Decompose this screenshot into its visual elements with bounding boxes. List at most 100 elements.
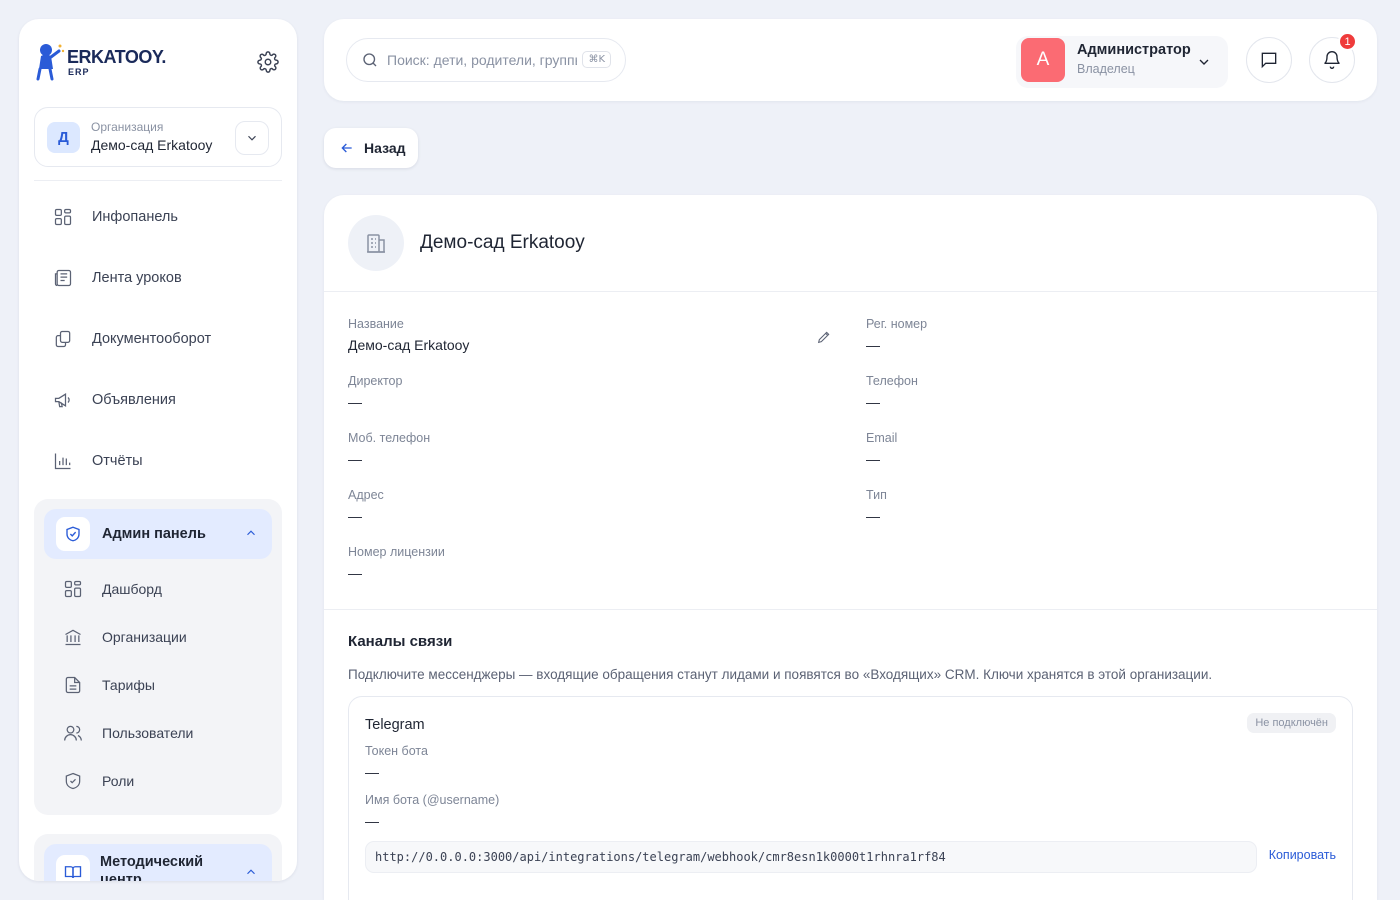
field-license: Номер лицензии —: [348, 545, 445, 581]
org-label: Организация: [91, 120, 164, 134]
chat-icon: [1261, 52, 1277, 69]
user-menu[interactable]: А Администратор Владелец: [1016, 36, 1228, 88]
sidebar-item-documents[interactable]: Документооборот: [34, 317, 282, 361]
field-value: —: [866, 337, 880, 353]
top-bar: ⌘K А Администратор Владелец 1: [324, 19, 1377, 101]
admin-item-roles[interactable]: Роли: [44, 761, 272, 801]
sidebar-item-label: Инфопанель: [92, 209, 178, 225]
sidebar-item-dashboard[interactable]: Инфопанель: [34, 195, 282, 239]
admin-item-dashboard[interactable]: Дашборд: [44, 569, 272, 609]
field-mobile: Моб. телефон —: [348, 431, 430, 467]
avatar: А: [1021, 38, 1065, 82]
field-type: Тип —: [866, 488, 887, 524]
sidebar: ERKATOOY. ERP Д Организация Демо-сад Erk…: [19, 19, 297, 881]
field-director: Директор —: [348, 374, 402, 410]
field-label: Директор: [348, 374, 403, 388]
method-group: Методический центр: [34, 834, 282, 881]
search-icon: [363, 53, 377, 67]
field-value: Демо-сад Erkatooy: [348, 337, 470, 353]
field-label: Телефон: [866, 374, 918, 388]
org-logo: [348, 215, 404, 271]
user-role: Владелец: [1077, 62, 1135, 76]
telegram-channel-card: Telegram Не подключён Токен бота — Имя б…: [348, 696, 1353, 900]
admin-item-label: Роли: [102, 773, 135, 789]
grid-icon: [64, 580, 82, 598]
channels-description: Подключите мессенджеры — входящие обраще…: [348, 667, 1213, 682]
field-label: Токен бота: [365, 744, 428, 758]
megaphone-icon: [54, 393, 70, 408]
org-name: Демо-сад Erkatooy: [91, 137, 213, 153]
messages-button[interactable]: [1246, 37, 1292, 83]
search-shortcut: ⌘K: [582, 51, 611, 68]
admin-item-users[interactable]: Пользователи: [44, 713, 272, 753]
sidebar-item-announcements[interactable]: Объявления: [34, 378, 282, 422]
sidebar-item-label: Объявления: [92, 392, 176, 408]
field-value: —: [866, 394, 880, 410]
search-box[interactable]: ⌘K: [346, 38, 626, 82]
mascot-icon: [36, 44, 65, 81]
shield-icon: [65, 772, 81, 790]
status-badge: Не подключён: [1247, 713, 1336, 733]
telegram-username-field: Имя бота (@username) —: [365, 793, 499, 829]
bank-icon: [65, 629, 81, 646]
arrow-left-icon: [341, 143, 352, 153]
card-header: Демо-сад Erkatooy: [324, 195, 1377, 292]
notification-badge: 1: [1338, 32, 1357, 51]
settings-button[interactable]: [257, 51, 279, 73]
sidebar-item-label: Документооборот: [92, 331, 212, 347]
brand-logo[interactable]: ERKATOOY. ERP: [33, 39, 173, 83]
pencil-icon: [817, 331, 830, 344]
channels-title: Каналы связи: [348, 633, 453, 650]
field-address: Адрес —: [348, 488, 384, 524]
field-value: —: [365, 764, 379, 780]
field-value: —: [866, 508, 880, 524]
users-icon: [64, 725, 82, 741]
building-icon: [367, 234, 385, 253]
field-value: —: [348, 451, 362, 467]
sidebar-divider: [34, 180, 282, 181]
sidebar-item-label: Отчёты: [92, 453, 143, 469]
method-center-toggle[interactable]: Методический центр: [44, 844, 272, 881]
admin-item-label: Пользователи: [102, 725, 194, 741]
book-open-icon: [64, 866, 82, 879]
admin-panel-toggle[interactable]: Админ панель: [44, 509, 272, 559]
page-title: Демо-сад Erkatooy: [420, 232, 585, 253]
admin-item-organizations[interactable]: Организации: [44, 617, 272, 657]
bar-chart-icon: [54, 453, 71, 470]
chevron-up-icon: [247, 530, 255, 536]
field-name: Название Демо-сад Erkatooy: [348, 317, 469, 353]
admin-icon-box: [56, 517, 90, 551]
field-label: Email: [866, 431, 898, 445]
admin-item-label: Тарифы: [102, 677, 155, 693]
telegram-token-field: Токен бота —: [365, 744, 428, 780]
brand-name: ERKATOOY.: [67, 47, 166, 67]
admin-item-tariffs[interactable]: Тарифы: [44, 665, 272, 705]
edit-name-button[interactable]: [816, 329, 832, 350]
chevron-down-icon: [248, 135, 256, 141]
sidebar-item-reports[interactable]: Отчёты: [34, 439, 282, 483]
method-icon-box: [56, 855, 90, 881]
grid-icon: [54, 208, 72, 226]
field-value: —: [866, 451, 880, 467]
field-value: —: [348, 508, 362, 524]
method-center-label: Методический центр: [100, 854, 204, 881]
webhook-url-field[interactable]: http://0.0.0.0:3000/api/integrations/tel…: [365, 841, 1257, 873]
brand-sub: ERP: [68, 67, 90, 77]
user-name: Администратор: [1077, 42, 1191, 58]
admin-item-label: Организации: [102, 629, 187, 645]
field-value: —: [348, 394, 362, 410]
notifications-button[interactable]: 1: [1309, 32, 1357, 83]
field-label: Номер лицензии: [348, 545, 445, 559]
section-divider: [324, 609, 1377, 610]
copy-webhook-button[interactable]: Копировать: [1269, 848, 1336, 862]
gear-icon: [257, 51, 279, 73]
admin-group: Админ панель Дашборд Организации Тарифы …: [34, 499, 282, 815]
chevron-down-icon: [1199, 59, 1209, 65]
file-text-icon: [65, 676, 81, 694]
organization-selector[interactable]: Д Организация Демо-сад Erkatooy: [34, 107, 282, 167]
sidebar-item-lessons[interactable]: Лента уроков: [34, 256, 282, 300]
org-dropdown-button[interactable]: [235, 121, 269, 155]
search-input[interactable]: [387, 52, 577, 68]
telegram-title: Telegram: [365, 717, 425, 733]
back-button[interactable]: Назад: [324, 128, 418, 168]
